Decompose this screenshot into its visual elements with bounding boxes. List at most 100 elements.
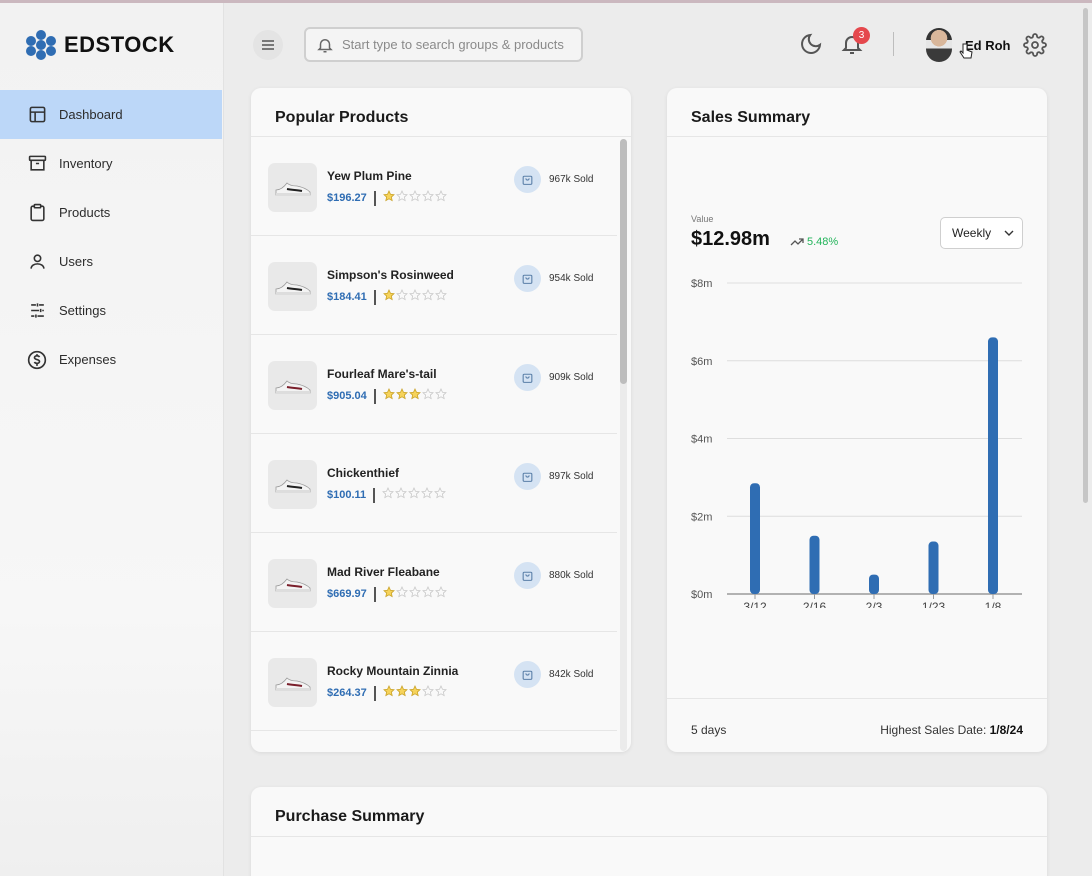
product-list-scrollbar[interactable]	[620, 139, 627, 751]
logo-icon	[26, 30, 56, 60]
product-row[interactable]: Rocky Mountain Zinnia $264.37 842k Sold	[251, 632, 617, 731]
star-icon	[434, 387, 447, 405]
product-image	[268, 361, 317, 410]
separator	[373, 190, 376, 206]
x-tick-label: 1/8	[985, 600, 1002, 608]
sidebar-item-products[interactable]: Products	[0, 188, 222, 237]
product-meta: $905.04	[327, 387, 447, 405]
menu-icon	[262, 40, 274, 50]
star-icon	[408, 486, 421, 504]
page-scrollbar[interactable]	[1083, 8, 1088, 503]
product-price: $184.41	[327, 291, 367, 303]
star-icon	[434, 585, 447, 603]
rating-stars	[382, 189, 447, 207]
purchase-summary-card: Purchase Summary	[251, 787, 1047, 876]
star-icon	[395, 288, 408, 306]
star-icon	[382, 288, 395, 306]
archive-icon	[27, 154, 47, 174]
product-meta: $669.97	[327, 585, 447, 603]
divider	[667, 698, 1047, 699]
product-row[interactable]: Chickenthief $100.11 897k Sold	[251, 434, 617, 533]
separator	[373, 388, 376, 404]
sidebar-item-users[interactable]: Users	[0, 237, 222, 286]
product-name: Mad River Fleabane	[327, 565, 440, 579]
gear-icon	[1023, 33, 1047, 57]
user-icon	[27, 252, 47, 272]
separator	[373, 487, 376, 503]
product-price: $905.04	[327, 390, 367, 402]
star-icon	[395, 387, 408, 405]
product-name: Yew Plum Pine	[327, 169, 412, 183]
bar[interactable]	[988, 337, 998, 594]
product-row[interactable]: Fourleaf Mare's-tail $905.04 909k Sold	[251, 335, 617, 434]
product-sold: 880k Sold	[514, 562, 593, 589]
scrollbar-thumb[interactable]	[620, 139, 627, 384]
y-tick-label: $6m	[691, 356, 712, 368]
star-icon	[421, 486, 434, 504]
settings-button[interactable]	[1023, 33, 1047, 62]
dark-mode-toggle[interactable]	[799, 32, 823, 61]
star-icon	[408, 684, 421, 702]
star-icon	[395, 486, 408, 504]
y-tick-label: $8m	[691, 278, 712, 290]
sold-count: 909k Sold	[549, 372, 594, 383]
bar[interactable]	[928, 541, 939, 594]
avatar[interactable]	[926, 28, 952, 62]
sidebar-nav: Dashboard Inventory Products Users Setti…	[0, 90, 222, 384]
star-icon	[408, 387, 421, 405]
sidebar-item-expenses[interactable]: Expenses	[0, 335, 222, 384]
period-length: 5 days	[691, 723, 727, 737]
x-tick-label: 2/3	[866, 600, 883, 608]
sidebar-item-inventory[interactable]: Inventory	[0, 139, 222, 188]
change-percent: 5.48%	[807, 236, 839, 248]
product-price: $264.37	[327, 687, 367, 699]
y-tick-label: $4m	[691, 434, 712, 446]
bar[interactable]	[809, 535, 820, 594]
highest-sales-label: Highest Sales Date:	[880, 723, 987, 737]
card-title: Sales Summary	[691, 109, 811, 126]
search-box[interactable]	[304, 27, 583, 62]
product-sold: 909k Sold	[514, 364, 593, 391]
header-divider	[893, 32, 894, 56]
menu-toggle-button[interactable]	[253, 30, 283, 60]
divider	[251, 836, 1047, 837]
product-row[interactable]: Yew Plum Pine $196.27 967k Sold	[251, 137, 617, 236]
star-icon	[421, 387, 434, 405]
product-row[interactable]: Simpson's Rosinweed $184.41 954k Sold	[251, 236, 617, 335]
star-icon	[421, 585, 434, 603]
bar[interactable]	[750, 483, 760, 594]
bar[interactable]	[869, 574, 879, 594]
product-price: $669.97	[327, 588, 367, 600]
sidebar-item-label: Dashboard	[59, 107, 123, 122]
product-list: Yew Plum Pine $196.27 967k Sold Simpson's R…	[251, 137, 617, 751]
product-row[interactable]: Mad River Fleabane $669.97 880k Sold	[251, 533, 617, 632]
star-icon	[434, 684, 447, 702]
star-icon	[395, 684, 408, 702]
shopping-bag-icon	[514, 364, 541, 391]
star-icon	[408, 585, 421, 603]
product-meta: $196.27	[327, 189, 447, 207]
app-logo[interactable]: EDSTOCK	[26, 30, 175, 60]
product-name: Chickenthief	[327, 466, 400, 480]
shopping-bag-icon	[514, 661, 541, 688]
sold-count: 967k Sold	[549, 174, 594, 185]
divider	[667, 136, 1047, 137]
search-input[interactable]	[342, 37, 567, 52]
product-name: Simpson's Rosinweed	[327, 268, 454, 282]
popular-products-card: Popular Products Yew Plum Pine $196.27 967…	[251, 88, 631, 752]
sidebar-item-label: Inventory	[59, 156, 113, 171]
product-sold: 897k Sold	[514, 463, 593, 490]
sidebar: EDSTOCK Dashboard Inventory Products Use…	[0, 3, 224, 876]
period-select[interactable]: Weekly	[940, 217, 1023, 249]
star-icon	[434, 288, 447, 306]
trending-up-icon	[790, 238, 804, 246]
highest-sales-date: Highest Sales Date: 1/8/24	[880, 723, 1023, 737]
product-meta: $184.41	[327, 288, 447, 306]
shopping-bag-icon	[514, 463, 541, 490]
sidebar-item-dashboard[interactable]: Dashboard	[0, 90, 222, 139]
moon-icon	[801, 33, 822, 54]
sold-count: 842k Sold	[549, 669, 594, 680]
sidebar-item-settings[interactable]: Settings	[0, 286, 222, 335]
product-image	[268, 559, 317, 608]
star-icon	[382, 387, 395, 405]
